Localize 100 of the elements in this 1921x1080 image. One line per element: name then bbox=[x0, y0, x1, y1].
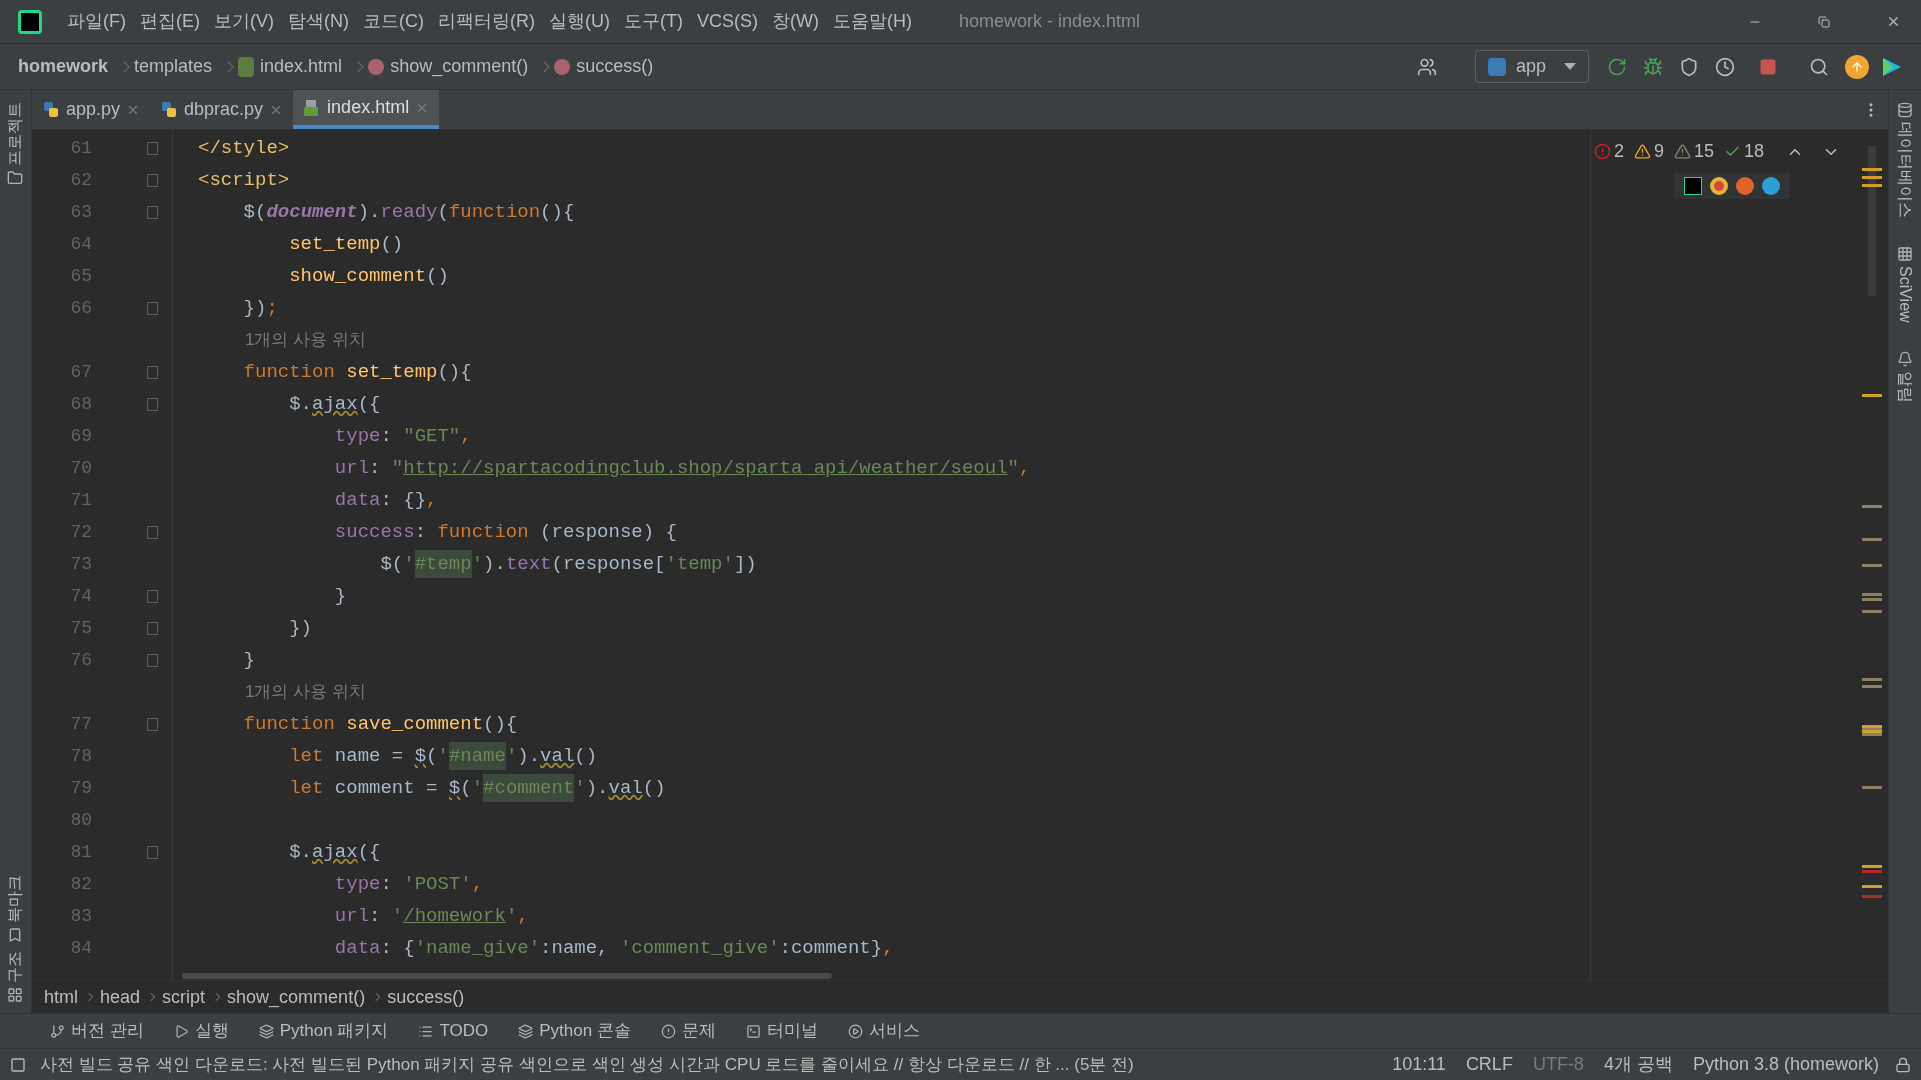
line-number: 61 bbox=[69, 136, 92, 160]
code-token: , bbox=[471, 871, 484, 897]
cursor-position[interactable]: 101:11 bbox=[1392, 1051, 1446, 1078]
fold-marker-icon[interactable] bbox=[147, 621, 158, 635]
tool-window-tab[interactable]: 프로젝트 bbox=[5, 102, 26, 166]
nav-crumb[interactable]: show_comment() bbox=[390, 53, 529, 80]
tool-window-button[interactable]: Python 패키지 bbox=[258, 1018, 389, 1044]
fold-marker-icon[interactable] bbox=[147, 301, 158, 315]
code-token: ( bbox=[437, 199, 449, 225]
bug-icon[interactable] bbox=[1643, 56, 1663, 77]
code-token: $( bbox=[242, 199, 267, 225]
code-token: ). bbox=[585, 775, 609, 801]
menu-item[interactable]: 창(W) bbox=[765, 8, 826, 35]
breadcrumb-item[interactable]: script bbox=[162, 983, 206, 1011]
code-token: ]) bbox=[733, 551, 757, 577]
inspection-count[interactable]: 9 bbox=[1653, 138, 1664, 165]
lock-icon[interactable] bbox=[1895, 1056, 1911, 1073]
menu-item[interactable]: 도구(T) bbox=[617, 8, 690, 35]
line-ending[interactable]: CRLF bbox=[1465, 1051, 1513, 1078]
code-token: name = bbox=[334, 743, 405, 769]
users-icon[interactable] bbox=[1416, 56, 1437, 77]
status-message[interactable]: 사전 빌드 공유 색인 다운로드: 사전 빌드된 Python 패키지 공유 색인으로 색인 생성 시간과 CPU 로드를 줄이세요 // 항상 다운로드 // 한 ... (5분 전) bbox=[40, 1051, 1134, 1078]
breadcrumb-item[interactable]: show_comment() bbox=[227, 983, 366, 1011]
tab-label: app.py bbox=[66, 98, 121, 121]
fold-marker-icon[interactable] bbox=[147, 141, 158, 155]
menu-item[interactable]: 보기(V) bbox=[207, 8, 281, 35]
tool-window-button[interactable]: 문제 bbox=[660, 1018, 716, 1044]
code-token: ). bbox=[483, 551, 506, 577]
stop-icon[interactable] bbox=[1759, 57, 1777, 76]
inspection-count[interactable]: 15 bbox=[1693, 138, 1714, 165]
code-token: set_temp bbox=[288, 231, 381, 257]
breadcrumb-item[interactable]: html bbox=[44, 983, 78, 1011]
fold-marker-icon[interactable] bbox=[147, 589, 158, 603]
fold-marker-icon[interactable] bbox=[147, 653, 158, 667]
line-number: 77 bbox=[69, 712, 92, 736]
tool-window-tab[interactable]: 구조 bbox=[5, 951, 26, 983]
tool-window-tab[interactable]: 북마크 bbox=[5, 875, 26, 923]
tool-window-button[interactable]: 실행 bbox=[173, 1018, 229, 1044]
menu-item[interactable]: 리팩터링(R) bbox=[431, 8, 542, 35]
usage-hint[interactable]: 1개의 사용 위치 bbox=[245, 679, 366, 705]
browser-icon[interactable] bbox=[1736, 177, 1754, 195]
code-token: : bbox=[414, 519, 428, 545]
inspection-count[interactable]: 2 bbox=[1613, 138, 1624, 165]
breadcrumb-item[interactable]: head bbox=[100, 983, 141, 1011]
tool-window-tab[interactable]: SciView bbox=[1894, 266, 1916, 323]
nav-crumb[interactable]: index.html bbox=[260, 53, 343, 80]
usage-hint[interactable]: 1개의 사용 위치 bbox=[245, 327, 366, 353]
menu-item[interactable]: 탐색(N) bbox=[281, 8, 356, 35]
browser-icon[interactable] bbox=[1762, 177, 1780, 195]
menu-item[interactable]: 파일(F) bbox=[60, 8, 133, 35]
indent-setting[interactable]: 4개 공백 bbox=[1603, 1051, 1673, 1078]
code-token: ' bbox=[574, 775, 586, 801]
search-icon[interactable] bbox=[1809, 56, 1829, 77]
code-token: ready bbox=[380, 199, 438, 225]
editor-tab[interactable]: index.html bbox=[293, 90, 440, 129]
tool-window-button[interactable]: 서비스 bbox=[847, 1018, 920, 1044]
breadcrumb-item[interactable]: success() bbox=[387, 983, 465, 1011]
fold-marker-icon[interactable] bbox=[147, 205, 158, 219]
horizontal-scrollbar[interactable] bbox=[182, 973, 832, 979]
code-token: text bbox=[505, 551, 552, 577]
rerun-icon[interactable] bbox=[1607, 56, 1627, 77]
fold-marker-icon[interactable] bbox=[147, 173, 158, 187]
tool-window-button[interactable]: TODO bbox=[418, 1018, 489, 1044]
restore-icon[interactable] bbox=[1818, 15, 1830, 28]
tool-window-tab[interactable]: 데이터베이스 bbox=[1894, 122, 1916, 218]
tool-window-button[interactable]: 터미널 bbox=[745, 1018, 818, 1044]
inspection-count[interactable]: 18 bbox=[1743, 138, 1764, 165]
tool-window-tab[interactable]: 알림 bbox=[1894, 370, 1916, 403]
tool-window-button[interactable]: Python 콘솔 bbox=[518, 1018, 631, 1044]
warning-icon bbox=[1633, 143, 1651, 160]
tool-window-button[interactable]: 버전 관리 bbox=[50, 1018, 144, 1044]
code-token: http://spartacodingclub.shop/sparta_api/weather/seoul bbox=[403, 455, 1008, 481]
code-token: ' bbox=[471, 775, 484, 801]
interpreter[interactable]: Python 3.8 (homework) bbox=[1692, 1051, 1879, 1078]
nav-crumb[interactable]: success() bbox=[576, 53, 654, 80]
code-token: val bbox=[540, 743, 575, 769]
menu-item[interactable]: 코드(C) bbox=[356, 8, 431, 35]
close-icon[interactable] bbox=[1886, 14, 1901, 29]
nav-crumb[interactable]: templates bbox=[134, 53, 213, 80]
menu-item[interactable]: 편집(E) bbox=[133, 8, 207, 35]
clock-icon[interactable] bbox=[1715, 56, 1735, 77]
fold-marker-icon[interactable] bbox=[147, 717, 158, 731]
panel-toggle-icon[interactable] bbox=[10, 1056, 26, 1073]
fold-marker-icon[interactable] bbox=[147, 845, 158, 859]
line-number: 67 bbox=[69, 360, 92, 384]
update-icon[interactable] bbox=[1845, 54, 1869, 79]
fold-marker-icon[interactable] bbox=[147, 365, 158, 379]
code-token: }) bbox=[288, 615, 313, 641]
plugin-logo-icon[interactable] bbox=[1881, 55, 1903, 78]
code-token: }) bbox=[242, 295, 267, 321]
menu-item[interactable]: VCS(S) bbox=[689, 8, 765, 35]
nav-crumb[interactable]: homework bbox=[18, 53, 109, 80]
run-config-dropdown[interactable]: app bbox=[1474, 50, 1589, 83]
fold-marker-icon[interactable] bbox=[147, 397, 158, 411]
menu-item[interactable]: 실행(U) bbox=[542, 8, 617, 35]
code-token: ). bbox=[517, 743, 541, 769]
menu-item[interactable]: 도움말(H) bbox=[825, 8, 919, 35]
fold-marker-icon[interactable] bbox=[147, 525, 158, 539]
shield-icon[interactable] bbox=[1679, 56, 1699, 77]
browser-icon[interactable] bbox=[1710, 177, 1728, 195]
